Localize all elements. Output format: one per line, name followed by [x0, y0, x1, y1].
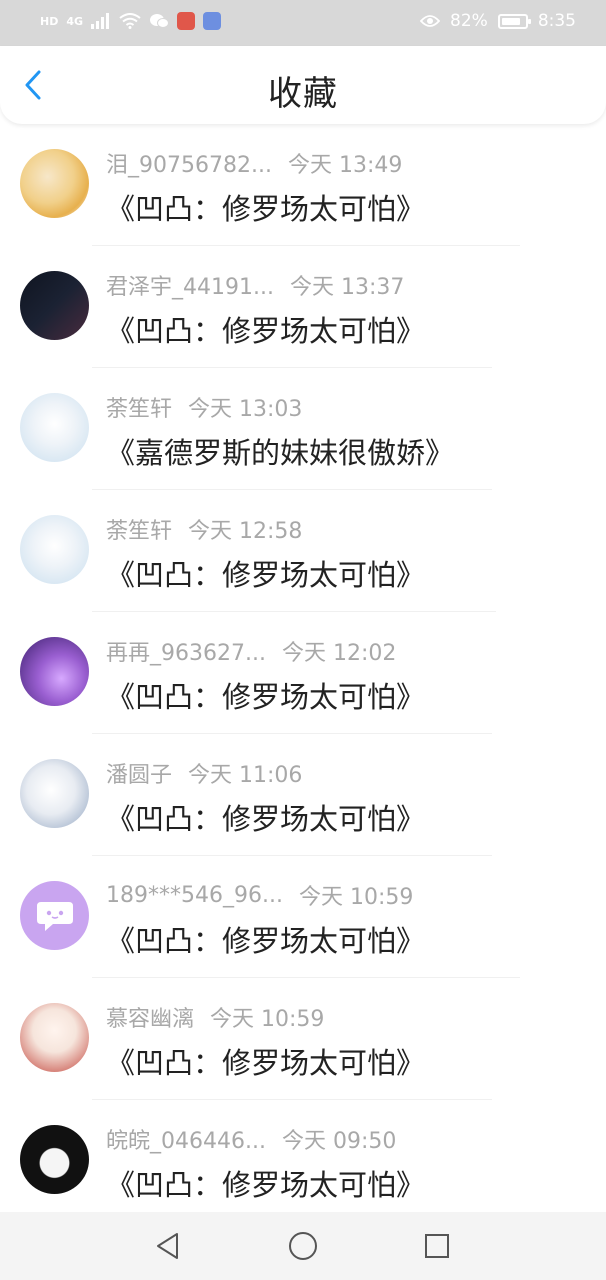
item-meta: 189***546_96... 今天 10:59	[106, 880, 414, 911]
list-item[interactable]: 荼笙轩 今天 13:03 《嘉德罗斯的妹妹很傲娇》	[0, 368, 606, 490]
timestamp: 今天 11:06	[188, 763, 303, 788]
item-meta: 慕容幽漓 今天 10:59	[106, 1002, 324, 1032]
author-name: 君泽宇_44191...	[106, 275, 274, 300]
avatar	[20, 759, 89, 828]
list-item[interactable]: 慕容幽漓 今天 10:59 《凹凸：修罗场太可怕》	[0, 978, 606, 1100]
author-name: 慕容幽漓	[106, 1007, 195, 1032]
story-title: 《凹凸：修罗场太可怕》	[106, 314, 426, 348]
author-name: 再再_963627...	[106, 641, 266, 666]
avatar	[20, 1003, 89, 1072]
status-left: HD 4G	[40, 12, 222, 30]
story-title: 《凹凸：修罗场太可怕》	[106, 802, 426, 836]
timestamp: 今天 13:49	[287, 153, 403, 178]
author-name: 189***546_96...	[106, 882, 283, 908]
wechat-icon	[150, 14, 170, 28]
avatar	[20, 1125, 89, 1194]
author-name: 泪_90756782...	[106, 153, 272, 178]
author-name: 荼笙轩	[106, 519, 173, 544]
hd-icon: HD	[40, 14, 59, 28]
wifi-icon	[119, 13, 141, 29]
list-item[interactable]: 189***546_96... 今天 10:59 《凹凸：修罗场太可怕》	[0, 856, 606, 978]
list-item[interactable]: 皖皖_046446... 今天 09:50 《凹凸：修罗场太可怕》	[0, 1100, 606, 1222]
cloud-app-icon	[203, 12, 222, 30]
clock: 8:35	[537, 11, 576, 31]
avatar	[20, 637, 89, 706]
battery-percent: 82%	[450, 11, 488, 31]
timestamp: 今天 10:59	[210, 1007, 325, 1032]
home-circle-icon	[289, 1232, 317, 1260]
timestamp: 今天 12:02	[281, 641, 397, 666]
story-title: 《凹凸：修罗场太可怕》	[106, 680, 426, 714]
author-name: 皖皖_046446...	[106, 1129, 266, 1154]
system-nav-bar	[0, 1212, 606, 1280]
nav-recents-button[interactable]	[421, 1230, 453, 1262]
story-title: 《嘉德罗斯的妹妹很傲娇》	[106, 436, 455, 470]
timestamp: 今天 13:03	[188, 397, 303, 422]
page-title: 收藏	[268, 74, 338, 114]
story-title: 《凹凸：修罗场太可怕》	[106, 924, 426, 958]
app-header: 收藏	[0, 46, 606, 124]
avatar	[20, 271, 89, 340]
item-meta: 潘圆子 今天 11:06	[106, 758, 302, 788]
status-bar: HD 4G 82% 8:35	[0, 0, 606, 46]
timestamp: 今天 09:50	[281, 1129, 397, 1154]
item-meta: 荼笙轩 今天 12:58	[106, 514, 302, 544]
recents-square-icon	[425, 1234, 449, 1258]
network-type-icon: 4G	[66, 14, 84, 28]
avatar	[20, 149, 89, 218]
item-meta: 皖皖_046446... 今天 09:50	[106, 1124, 396, 1154]
timestamp: 今天 12:58	[188, 519, 303, 544]
story-title: 《凹凸：修罗场太可怕》	[106, 1046, 426, 1080]
author-name: 荼笙轩	[106, 397, 173, 422]
story-title: 《凹凸：修罗场太可怕》	[106, 192, 426, 226]
item-meta: 荼笙轩 今天 13:03	[106, 392, 302, 422]
story-title: 《凹凸：修罗场太可怕》	[106, 558, 426, 592]
list-item[interactable]: 潘圆子 今天 11:06 《凹凸：修罗场太可怕》	[0, 734, 606, 856]
author-name: 潘圆子	[106, 763, 173, 788]
signal-icon	[91, 13, 110, 29]
item-meta: 再再_963627... 今天 12:02	[106, 636, 396, 666]
list-item[interactable]: 君泽宇_44191... 今天 13:37 《凹凸：修罗场太可怕》	[0, 246, 606, 368]
nav-back-button[interactable]	[152, 1230, 184, 1262]
eye-comfort-icon	[420, 15, 441, 27]
default-chat-avatar-icon	[36, 901, 73, 931]
back-triangle-icon	[157, 1233, 178, 1259]
timestamp: 今天 13:37	[289, 275, 405, 300]
list-item[interactable]: 再再_963627... 今天 12:02 《凹凸：修罗场太可怕》	[0, 612, 606, 734]
item-meta: 君泽宇_44191... 今天 13:37	[106, 270, 404, 300]
avatar	[20, 881, 89, 950]
avatar	[20, 393, 89, 462]
story-title: 《凹凸：修罗场太可怕》	[106, 1168, 426, 1202]
timestamp: 今天 10:59	[298, 885, 414, 910]
battery-icon	[497, 13, 531, 29]
item-meta: 泪_90756782... 今天 13:49	[106, 148, 402, 178]
list-item[interactable]: 荼笙轩 今天 12:58 《凹凸：修罗场太可怕》	[0, 490, 606, 612]
favorites-list: 泪_90756782... 今天 13:49 《凹凸：修罗场太可怕》 君泽宇_4…	[0, 124, 606, 1222]
list-item[interactable]: 泪_90756782... 今天 13:49 《凹凸：修罗场太可怕》	[0, 124, 606, 246]
status-right: 82% 8:35	[420, 11, 576, 31]
avatar	[20, 515, 89, 584]
nav-home-button[interactable]	[287, 1230, 319, 1262]
app-notification-icon	[177, 12, 196, 30]
